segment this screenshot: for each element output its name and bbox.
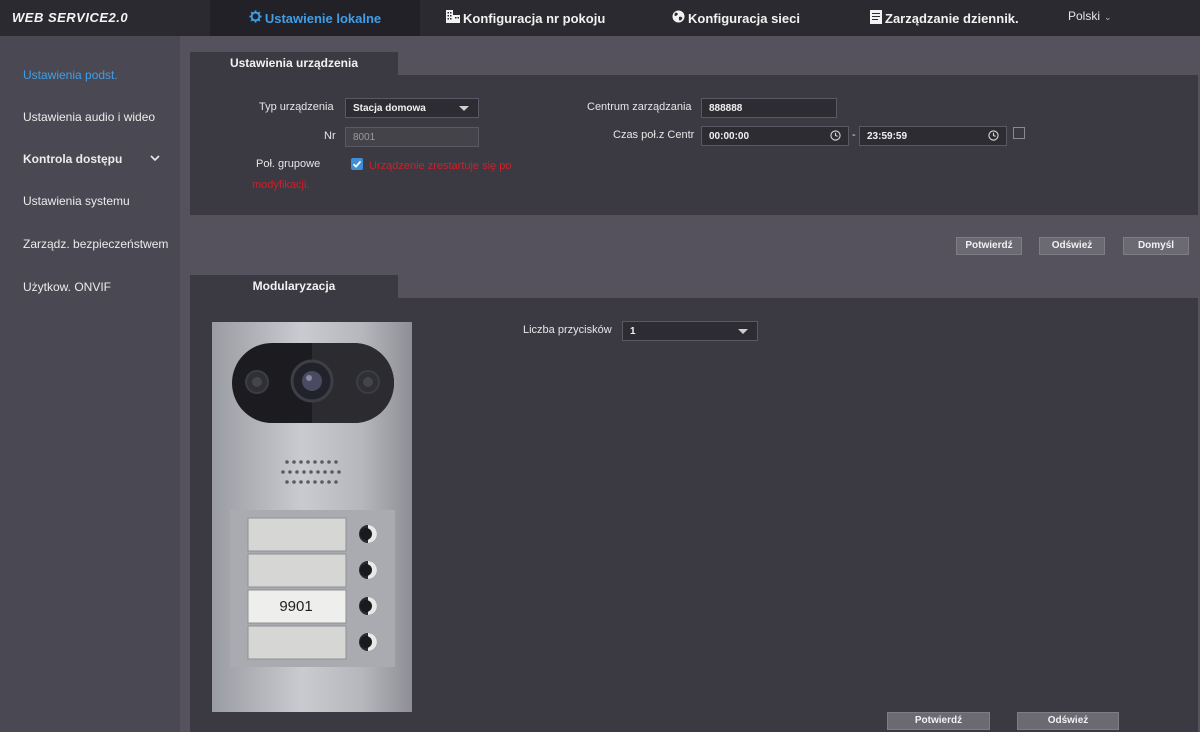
start-time-input[interactable]: 00:00:00 — [701, 126, 849, 146]
sidebar: Ustawienia podst. Ustawienia audio i wid… — [0, 36, 180, 732]
refresh-button[interactable]: Odśwież — [1039, 237, 1105, 255]
buttons-count-label: Liczba przycisków — [523, 324, 612, 336]
number-field: 8001 — [345, 127, 479, 147]
log-icon — [870, 9, 882, 27]
call-center-time-label: Czas poł.z Centr — [613, 129, 695, 141]
number-label: Nr — [324, 130, 336, 142]
nav-network-config[interactable]: Konfiguracja sieci — [672, 0, 800, 36]
nav-label: Ustawienie lokalne — [264, 10, 382, 26]
end-time-value: 23:59:59 — [867, 131, 908, 142]
sidebar-item-system-settings[interactable]: Ustawienia systemu — [23, 194, 130, 208]
mgmt-center-label: Centrum zarządzania — [587, 101, 692, 113]
device-type-select[interactable]: Stacja domowa — [345, 98, 479, 118]
globe-icon — [672, 10, 685, 26]
building-icon — [446, 10, 460, 26]
chevron-down-icon[interactable] — [150, 153, 160, 163]
call-center-time-checkbox[interactable] — [1013, 127, 1025, 139]
restart-warning: Urządzenie zrestartuje się po modyfikacj… — [252, 160, 512, 191]
language-select[interactable]: Polski ⌄ — [1068, 9, 1112, 23]
buttons-count-select[interactable]: 1 — [622, 321, 758, 341]
clock-icon[interactable] — [830, 130, 841, 141]
nav-label: Konfiguracja nr pokoju — [463, 10, 606, 26]
sidebar-item-onvif-users[interactable]: Użytkow. ONVIF — [23, 280, 111, 294]
end-time-input[interactable]: 23:59:59 — [859, 126, 1007, 146]
caret-down-icon — [738, 329, 748, 334]
default-button[interactable]: Domyśl — [1123, 237, 1189, 255]
sidebar-item-basic-settings[interactable]: Ustawienia podst. — [23, 68, 118, 82]
buttons-count-value: 1 — [630, 326, 636, 337]
sidebar-item-security[interactable]: Zarządz. bezpieczeństwem — [23, 237, 168, 251]
room-number-label: 9901 — [279, 598, 313, 615]
time-separator: - — [852, 129, 856, 141]
top-bar: WEB SERVICE2.0 Ustawienie lokalne Konfig… — [0, 0, 1200, 36]
confirm-button[interactable]: Potwierdź — [887, 712, 990, 730]
tab-device-settings[interactable]: Ustawienia urządzenia — [190, 52, 398, 75]
mgmt-center-input[interactable]: 888888 — [701, 98, 837, 118]
nav-local-settings[interactable]: Ustawienie lokalne — [210, 0, 420, 36]
brand-logo: WEB SERVICE2.0 — [12, 10, 129, 25]
caret-down-icon — [459, 106, 469, 111]
gear-icon — [249, 10, 262, 26]
sidebar-item-audio-video[interactable]: Ustawienia audio i wideo — [23, 110, 155, 124]
tab-modularization[interactable]: Modularyzacja — [190, 275, 398, 298]
confirm-button[interactable]: Potwierdź — [956, 237, 1022, 255]
nav-log-management[interactable]: Zarządzanie dziennik. — [870, 0, 1019, 36]
nav-room-config[interactable]: Konfiguracja nr pokoju — [446, 0, 605, 36]
start-time-value: 00:00:00 — [709, 131, 750, 142]
language-value: Polski — [1068, 9, 1101, 23]
refresh-button[interactable]: Odśwież — [1017, 712, 1119, 730]
chevron-down-icon: ⌄ — [1104, 12, 1112, 22]
device-type-value: Stacja domowa — [353, 103, 426, 114]
clock-icon[interactable] — [988, 130, 999, 141]
device-type-label: Typ urządzenia — [259, 101, 334, 113]
nav-label: Konfiguracja sieci — [688, 10, 800, 26]
sidebar-item-access-control[interactable]: Kontrola dostępu — [23, 152, 122, 166]
door-station-image — [212, 322, 412, 712]
nav-label: Zarządzanie dziennik. — [885, 10, 1019, 26]
